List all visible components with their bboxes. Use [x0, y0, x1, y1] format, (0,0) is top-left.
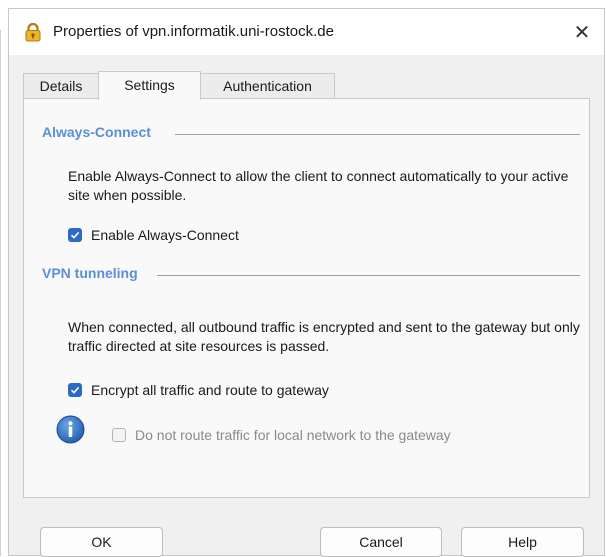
- close-icon: ✕: [573, 21, 591, 44]
- close-button[interactable]: ✕: [560, 9, 604, 55]
- ok-button-label: OK: [91, 534, 112, 550]
- tab-authentication[interactable]: Authentication: [200, 73, 335, 98]
- local-network-checkbox[interactable]: [112, 428, 126, 442]
- cancel-button-label: Cancel: [359, 534, 403, 550]
- lock-icon: [25, 22, 41, 42]
- cancel-button[interactable]: Cancel: [320, 527, 442, 557]
- tab-settings[interactable]: Settings: [98, 71, 201, 100]
- info-icon[interactable]: [56, 415, 85, 444]
- local-network-label: Do not route traffic for local network t…: [135, 427, 451, 443]
- tab-authentication-label: Authentication: [223, 78, 312, 94]
- enable-always-connect-label: Enable Always-Connect: [91, 227, 239, 243]
- help-button-label: Help: [508, 534, 537, 550]
- always-connect-description: Enable Always-Connect to allow the clien…: [68, 168, 569, 203]
- tab-details[interactable]: Details: [23, 73, 99, 98]
- vpn-tunneling-heading: VPN tunneling: [42, 265, 138, 281]
- vpn-tunneling-divider: [157, 275, 580, 276]
- always-connect-divider: [175, 134, 580, 135]
- ok-button[interactable]: OK: [40, 527, 163, 557]
- tab-settings-label: Settings: [124, 77, 175, 93]
- window-title: Properties of vpn.informatik.uni-rostock…: [53, 23, 334, 40]
- title-bar: Properties of vpn.informatik.uni-rostock…: [9, 9, 604, 55]
- always-connect-row[interactable]: Enable Always-Connect: [68, 227, 239, 243]
- encrypt-traffic-label: Encrypt all traffic and route to gateway: [91, 382, 329, 398]
- encrypt-traffic-row[interactable]: Encrypt all traffic and route to gateway: [68, 382, 329, 398]
- checkmark-icon: [70, 386, 80, 394]
- window-edge: [0, 30, 1, 556]
- help-button[interactable]: Help: [461, 527, 584, 557]
- local-network-row[interactable]: Do not route traffic for local network t…: [112, 427, 451, 443]
- enable-always-connect-checkbox[interactable]: [68, 228, 82, 242]
- checkmark-icon: [70, 231, 80, 239]
- encrypt-traffic-checkbox[interactable]: [68, 383, 82, 397]
- settings-panel: Always-Connect Enable Always-Connect to …: [23, 98, 590, 498]
- properties-dialog: Properties of vpn.informatik.uni-rostock…: [8, 8, 605, 557]
- tab-details-label: Details: [39, 78, 83, 94]
- always-connect-heading: Always-Connect: [42, 124, 151, 140]
- vpn-tunneling-description: When connected, all outbound traffic is …: [68, 319, 580, 354]
